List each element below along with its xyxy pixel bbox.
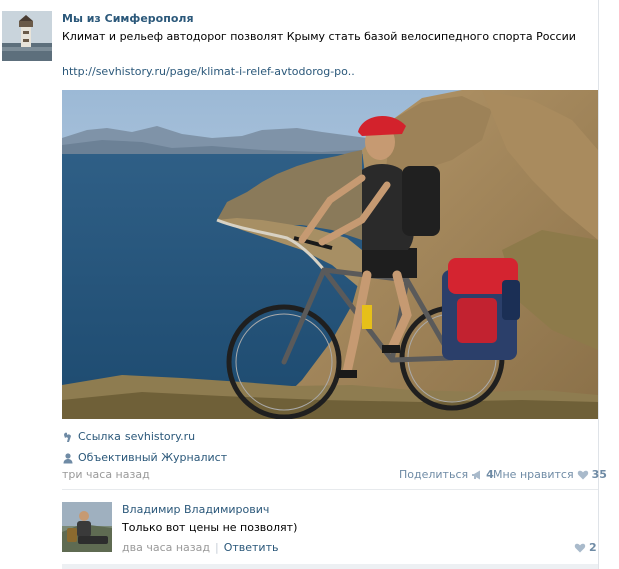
share-button[interactable]: Поделиться 4: [399, 468, 494, 481]
comment-author-link[interactable]: Владимир Владимирович: [122, 503, 269, 516]
comment-meta: два часа назад | Ответить: [122, 541, 278, 554]
comment-like-count: 2: [589, 541, 597, 554]
like-count: 35: [591, 468, 607, 481]
heart-icon: [577, 469, 589, 481]
feed-right-border: [598, 0, 599, 569]
attachment-link-label: Ссылка: [78, 430, 121, 443]
like-label: Мне нравится: [493, 468, 574, 481]
attachment-link-domain[interactable]: sevhistory.ru: [125, 430, 195, 443]
post-url-link[interactable]: http://sevhistory.ru/page/klimat-i-relef…: [62, 65, 355, 78]
comments-divider: [62, 489, 598, 490]
like-button[interactable]: Мне нравится 35: [493, 468, 607, 481]
attachment-author-name[interactable]: Объективный Журналист: [78, 451, 227, 464]
post-photo[interactable]: [62, 90, 598, 419]
group-avatar[interactable]: [2, 11, 52, 61]
attachment-author-row[interactable]: Объективный Журналист: [62, 451, 227, 464]
reply-button[interactable]: Ответить: [224, 541, 279, 554]
post-author-link[interactable]: Мы из Симферополя: [62, 12, 194, 25]
comment-meta-separator: |: [214, 541, 219, 554]
megaphone-icon: [471, 469, 483, 481]
attachment-link-row[interactable]: Ссылка sevhistory.ru: [62, 430, 195, 443]
comment-text: Только вот цены не позволят): [122, 521, 298, 534]
next-comment-edge: [62, 564, 598, 569]
comment-like-button[interactable]: 2: [574, 541, 597, 554]
share-label: Поделиться: [399, 468, 469, 481]
link-icon: [62, 431, 74, 443]
post-text: Климат и рельеф автодорог позволят Крыму…: [62, 30, 576, 43]
post-timestamp[interactable]: три часа назад: [62, 468, 150, 481]
user-icon: [62, 452, 74, 464]
comment-timestamp[interactable]: два часа назад: [122, 541, 210, 554]
comment-author-avatar[interactable]: [62, 502, 112, 552]
heart-icon: [574, 542, 586, 554]
